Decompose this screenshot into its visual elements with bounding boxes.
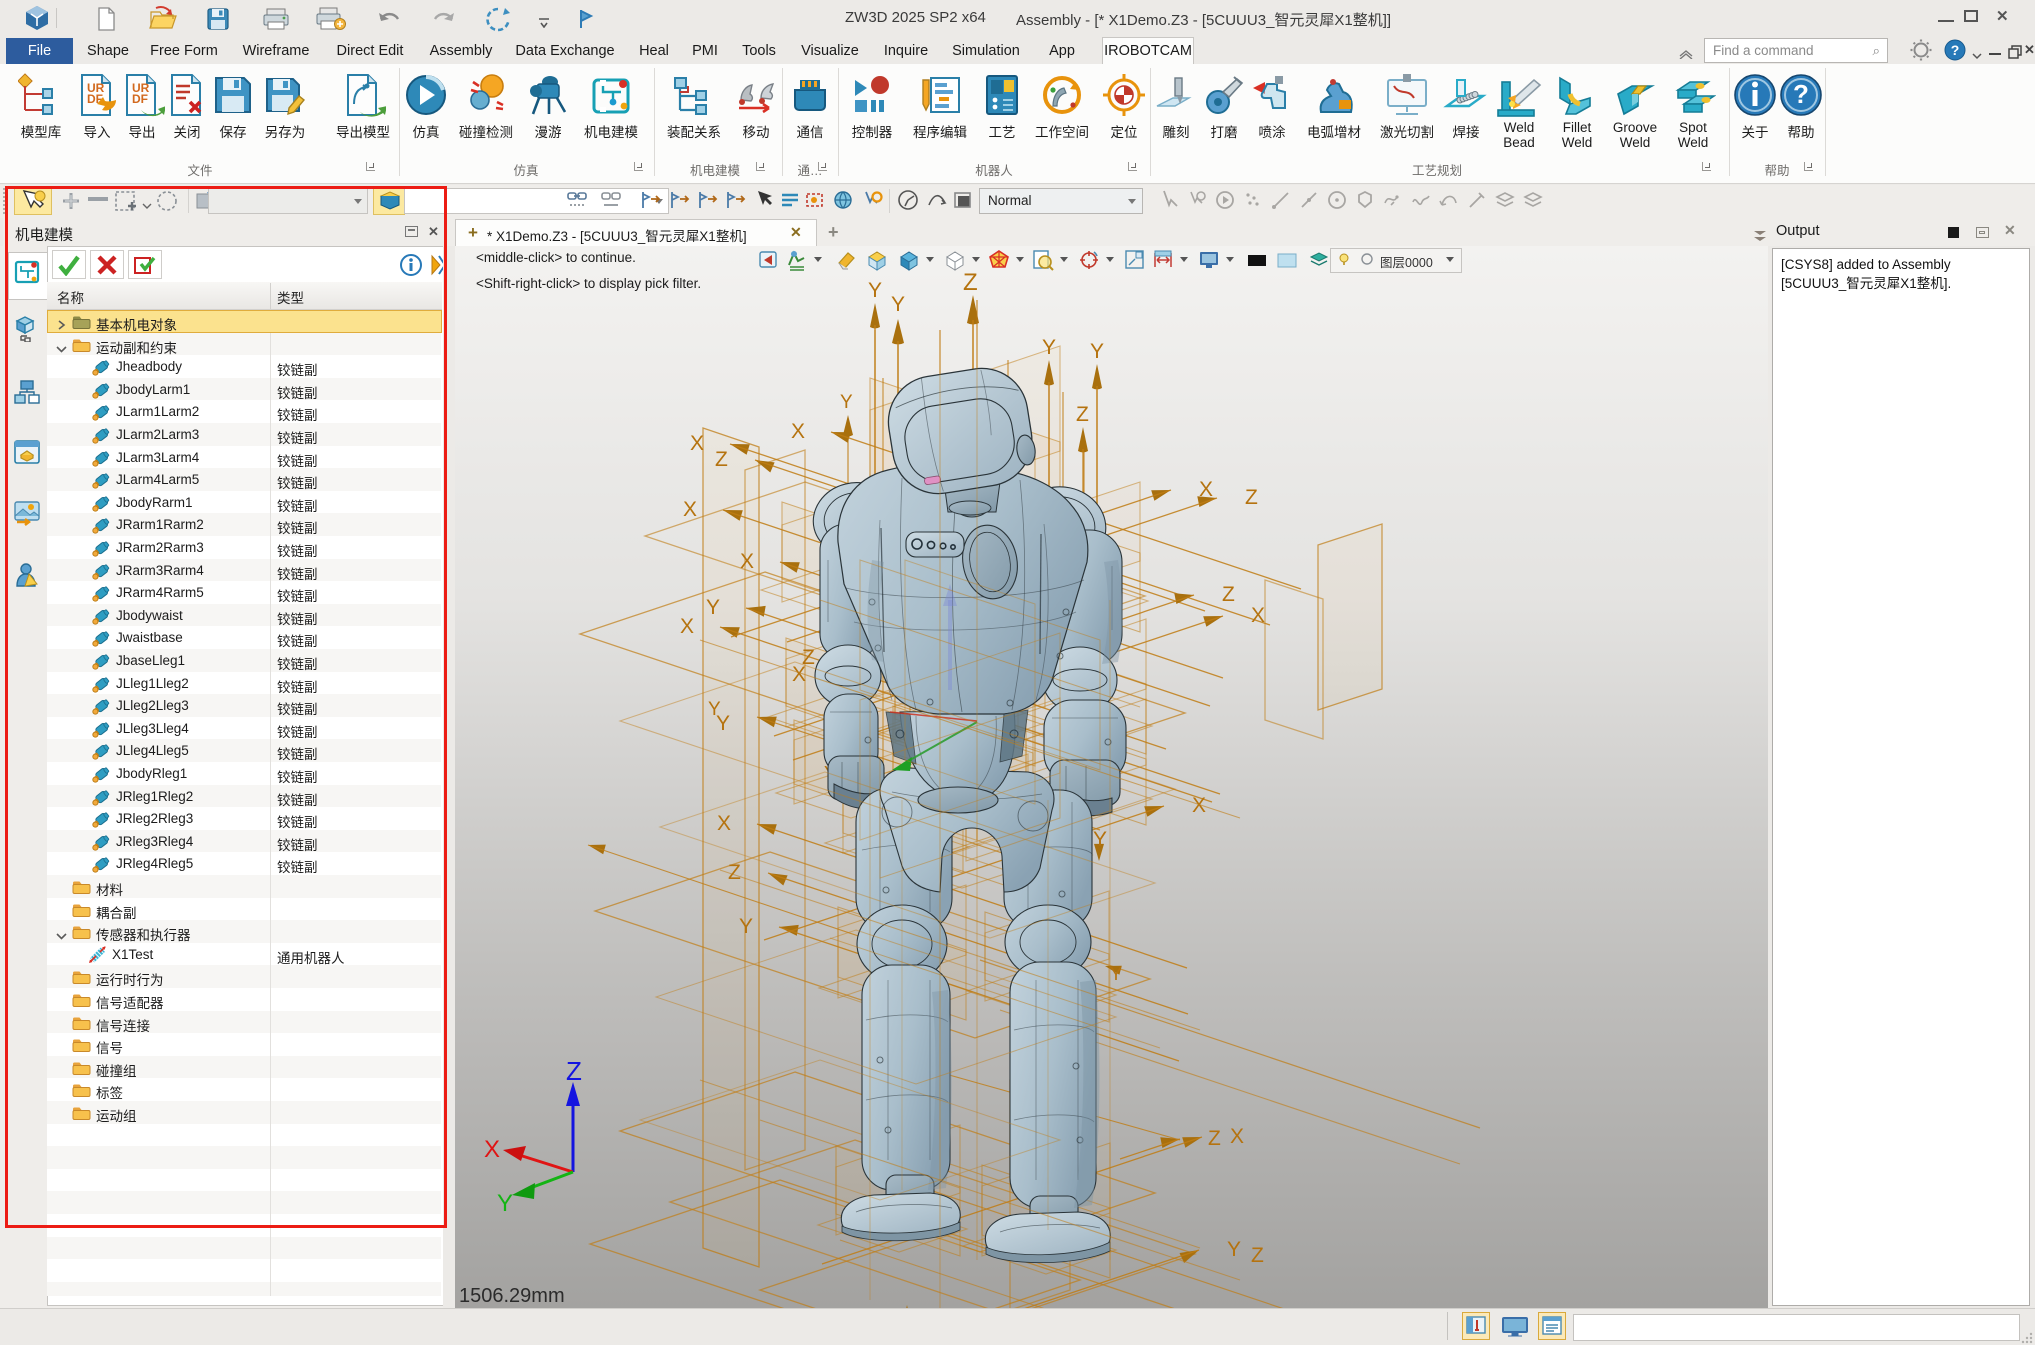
svg-text:Y: Y [706, 596, 720, 619]
svg-text:Y: Y [1093, 828, 1107, 851]
svg-text:X: X [1192, 794, 1206, 817]
svg-text:X: X [1251, 604, 1265, 627]
svg-text:Y: Y [1090, 340, 1104, 363]
svg-text:Z: Z [1251, 1244, 1264, 1267]
svg-text:Y: Y [891, 293, 905, 316]
svg-text:X: X [1230, 1125, 1244, 1148]
svg-text:X: X [484, 1136, 500, 1163]
svg-text:Z: Z [1245, 486, 1258, 509]
svg-text:1506.29mm: 1506.29mm [459, 1285, 565, 1307]
svg-text:X: X [683, 498, 697, 521]
svg-text:X: X [717, 812, 731, 835]
svg-text:Z: Z [728, 861, 741, 884]
svg-text:Y: Y [1110, 964, 1122, 984]
svg-text:Z: Z [1076, 403, 1089, 426]
svg-text:Y: Y [868, 279, 882, 302]
svg-text:Z: Z [715, 448, 728, 471]
svg-text:Z: Z [566, 1056, 582, 1086]
svg-text:DF: DF [132, 92, 148, 106]
svg-text:X: X [791, 420, 805, 443]
svg-text:X: X [740, 550, 754, 573]
svg-text:Y: Y [1042, 336, 1056, 359]
svg-text:Y: Y [1227, 1238, 1241, 1261]
svg-text:X: X [680, 615, 694, 638]
svg-text:Y: Y [497, 1190, 513, 1217]
svg-text:Y: Y [840, 392, 853, 413]
svg-text:?: ? [1793, 79, 1809, 109]
svg-text:Z: Z [1208, 1127, 1221, 1150]
svg-text:Z: Z [1222, 583, 1235, 606]
svg-text:X: X [690, 432, 704, 455]
svg-text:Y: Y [716, 712, 730, 735]
svg-text:Y: Y [739, 915, 753, 938]
svg-text:?: ? [1951, 42, 1960, 58]
